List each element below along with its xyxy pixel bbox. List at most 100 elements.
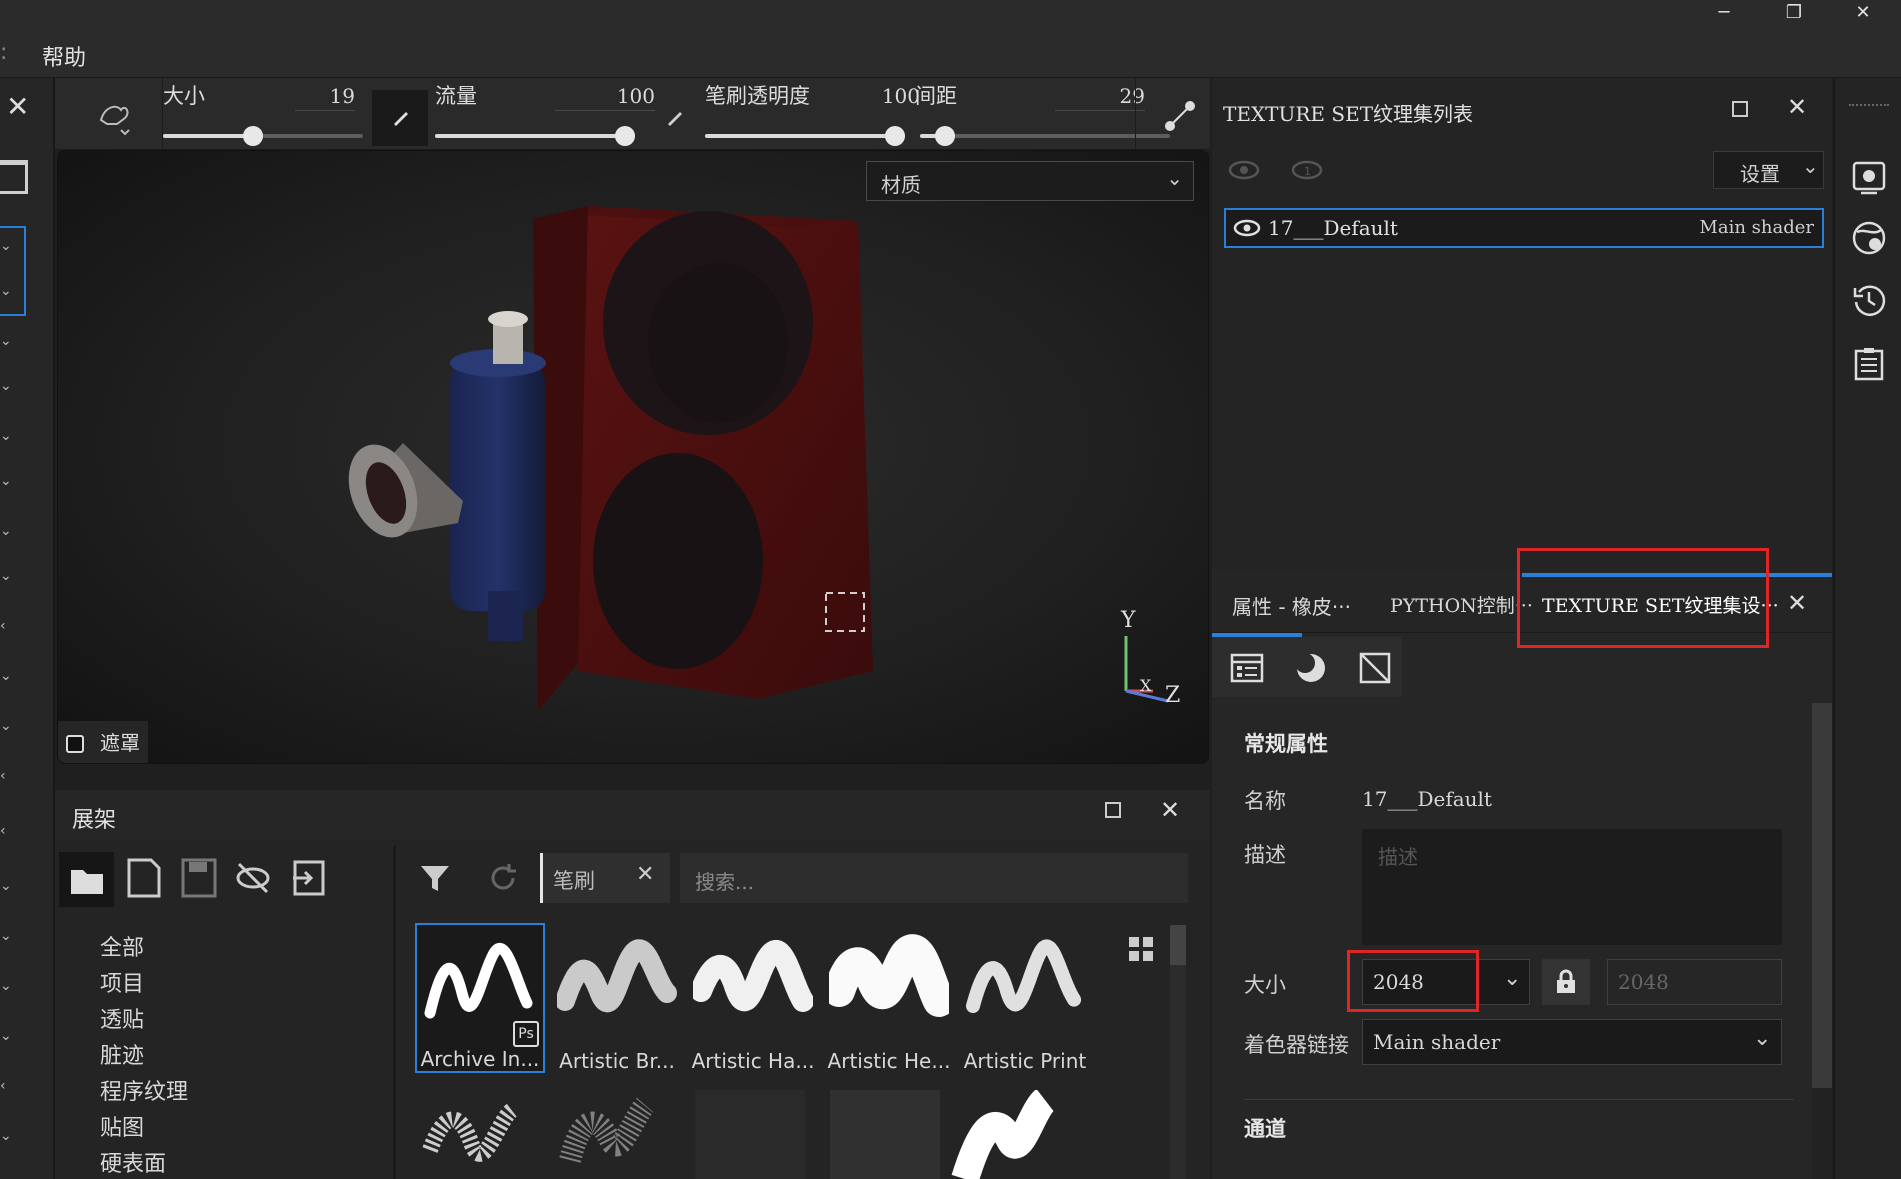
close-icon[interactable]: ✕	[6, 90, 29, 123]
slider-knob[interactable]	[935, 126, 955, 146]
shelf-category-alphas[interactable]: 透贴	[100, 1002, 144, 1034]
brush-opacity-slider[interactable]	[705, 126, 905, 146]
highlight-box	[1517, 548, 1769, 648]
brush-thumbnail[interactable]: Artistic Ha...	[688, 923, 818, 1073]
brush-thumbnail[interactable]: Artistic Print	[960, 923, 1090, 1073]
import-icon[interactable]	[289, 856, 329, 900]
brush-thumbnail[interactable]: Ps Archive In...	[415, 923, 545, 1073]
layer-toggle-icon[interactable]: ⌄	[0, 428, 14, 444]
layer-toggle-icon[interactable]: ⌄	[0, 1028, 14, 1044]
grid-view-icon[interactable]	[1127, 935, 1155, 963]
dock-grip[interactable]	[1849, 104, 1889, 107]
trash-icon[interactable]	[0, 160, 28, 194]
layer-toggle-icon[interactable]: ⌄	[0, 473, 14, 489]
solo-view-icon[interactable]: 1	[1290, 158, 1324, 182]
flow-value-underline	[555, 110, 655, 111]
slider-knob[interactable]	[243, 126, 263, 146]
layer-toggle-icon[interactable]: ‹	[0, 1078, 14, 1094]
visibility-all-icon[interactable]	[1227, 158, 1261, 182]
folder-icon[interactable]	[59, 852, 114, 907]
mask-toggle[interactable]: 遮罩	[58, 721, 148, 763]
layer-toggle-icon[interactable]: ⌄	[0, 878, 14, 894]
texture-set-row[interactable]: 17___Default Main shader	[1224, 208, 1824, 248]
brush-preset-icon[interactable]	[95, 98, 131, 136]
thumbnail-label: Artistic Ha...	[691, 1049, 815, 1073]
eye-icon[interactable]	[1232, 218, 1262, 238]
close-icon[interactable]: ✕	[1787, 93, 1807, 121]
refresh-icon[interactable]	[483, 856, 523, 900]
brush-thumbnail[interactable]: Artistic Br...	[552, 923, 682, 1073]
layer-toggle-icon[interactable]: ⌄	[0, 523, 14, 539]
filter-tag-brush[interactable]: 笔刷 ✕	[540, 853, 670, 903]
flow-pen-pressure-icon[interactable]	[660, 98, 690, 134]
lock-ratio-button[interactable]	[1542, 959, 1590, 1005]
layer-toggle-icon[interactable]: ⌄	[0, 238, 14, 254]
settings-list-icon[interactable]	[1230, 651, 1264, 685]
restore-button[interactable]: ❐	[1764, 0, 1824, 28]
display-settings-icon[interactable]	[1851, 220, 1887, 256]
layer-toggle-icon[interactable]: ⌄	[0, 668, 14, 684]
filter-tag-label: 笔刷	[553, 869, 595, 893]
layer-toggle-icon[interactable]: ‹	[0, 618, 14, 634]
slider-knob[interactable]	[885, 126, 905, 146]
history-icon[interactable]	[1851, 282, 1887, 318]
layer-toggle-icon[interactable]: ⌄	[0, 718, 14, 734]
maximize-panel-icon[interactable]	[1105, 802, 1121, 818]
layer-toggle-icon[interactable]: ⌄	[0, 978, 14, 994]
filter-icon[interactable]	[415, 856, 455, 900]
size-value[interactable]: 19	[305, 84, 355, 108]
minimize-button[interactable]: ─	[1694, 0, 1754, 28]
size-pen-pressure-button[interactable]	[372, 90, 428, 146]
shader-link-dropdown[interactable]: Main shader ⌄	[1362, 1019, 1782, 1065]
properties-scrollbar[interactable]	[1812, 703, 1832, 1179]
hide-icon[interactable]	[233, 856, 273, 900]
shelf-category-all[interactable]: 全部	[100, 930, 144, 962]
description-field[interactable]: 描述	[1362, 829, 1782, 945]
thumbnail-row-partial[interactable]	[420, 1090, 1180, 1179]
shelf-category-hard-surfaces[interactable]: 硬表面	[100, 1146, 166, 1178]
search-placeholder: 搜索...	[695, 870, 755, 894]
slider-knob[interactable]	[615, 126, 635, 146]
layer-toggle-icon[interactable]: ‹	[0, 768, 14, 784]
scrollbar-thumb[interactable]	[1170, 925, 1186, 965]
symmetry-icon[interactable]	[1160, 96, 1200, 136]
log-icon[interactable]	[1851, 346, 1887, 382]
size-slider[interactable]	[163, 126, 363, 146]
scrollbar-thumb[interactable]	[1812, 703, 1832, 1088]
close-window-button[interactable]: ✕	[1833, 0, 1893, 28]
spacing-value[interactable]: 29	[1095, 84, 1145, 108]
shelf-category-textures[interactable]: 贴图	[100, 1110, 144, 1142]
3d-viewport[interactable]: Y X Z 材质 ⌄ 遮罩	[57, 150, 1209, 764]
brush-thumbnail[interactable]: Artistic He...	[824, 923, 954, 1073]
layer-toggle-icon[interactable]: ⌄	[0, 928, 14, 944]
shelf-category-project[interactable]: 项目	[100, 966, 144, 998]
layer-toggle-icon[interactable]: ⌄	[0, 1128, 14, 1144]
flow-slider[interactable]	[435, 126, 635, 146]
tab-python-console[interactable]: PYTHON控制···	[1390, 591, 1533, 618]
settings-dropdown[interactable]: 设置 ⌄	[1713, 151, 1824, 189]
close-icon[interactable]: ✕	[1787, 589, 1807, 617]
save-icon[interactable]	[179, 856, 219, 900]
layer-toggle-icon[interactable]: ⌄	[0, 568, 14, 584]
menu-help[interactable]: 帮助	[42, 40, 86, 72]
shelf-search-input[interactable]: 搜索...	[680, 853, 1188, 903]
remove-filter-icon[interactable]: ✕	[636, 862, 654, 887]
maximize-panel-icon[interactable]	[1732, 101, 1748, 117]
layer-toggle-icon[interactable]: ⌄	[0, 333, 14, 349]
shelf-category-grunges[interactable]: 脏迹	[100, 1038, 144, 1070]
layer-toggle-icon[interactable]: ⌄	[0, 378, 14, 394]
shelf-category-procedurals[interactable]: 程序纹理	[100, 1074, 188, 1106]
texture-set-settings-icon[interactable]	[1851, 160, 1887, 196]
spacing-slider[interactable]	[920, 126, 1170, 146]
uv-icon[interactable]	[1358, 651, 1392, 685]
new-file-icon[interactable]	[123, 856, 163, 900]
brush-opacity-value[interactable]: 100	[865, 84, 920, 108]
close-icon[interactable]: ✕	[1160, 796, 1180, 824]
layer-toggle-icon[interactable]: ⌄	[0, 283, 14, 299]
material-sphere-icon[interactable]	[1294, 651, 1328, 685]
flow-value[interactable]: 100	[595, 84, 655, 108]
viewport-mode-dropdown[interactable]: 材质 ⌄	[866, 161, 1194, 201]
brush-stroke-preview	[424, 943, 533, 1019]
layer-toggle-icon[interactable]: ‹	[0, 823, 14, 839]
tab-properties-eraser[interactable]: 属性 - 橡皮···	[1232, 591, 1351, 620]
